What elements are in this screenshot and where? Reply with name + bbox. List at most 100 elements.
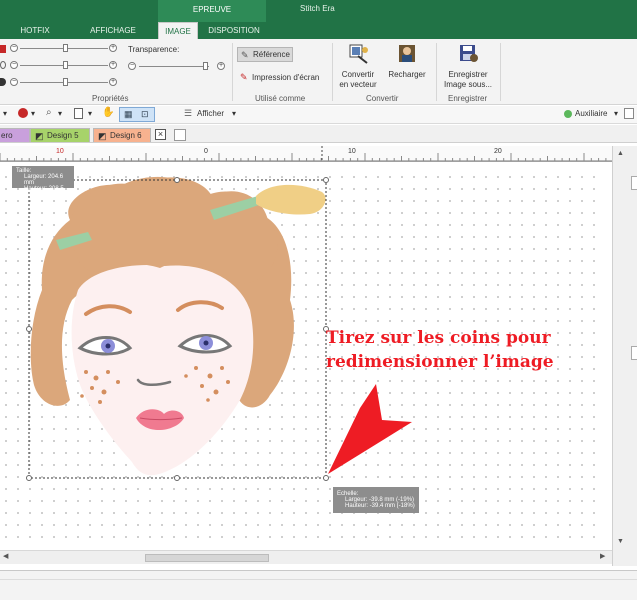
color-picker-icon[interactable] — [18, 108, 28, 118]
scale-info-box: Echelle: Largeur: -39.8 mm (-19%) Hauteu… — [333, 487, 419, 513]
close-tab-icon[interactable]: × — [155, 129, 166, 140]
panel-icon[interactable] — [624, 108, 634, 119]
slider-thumb-3[interactable] — [63, 78, 68, 86]
hand-pan-icon[interactable]: ✋ — [102, 107, 114, 118]
scale-info-line: Hauteur: -39.4 mm (-18%) — [345, 503, 415, 509]
tab-hotfix[interactable]: HOTFIX — [10, 22, 60, 39]
ribbon: − + − + − + Transparence: − + Propriétés… — [0, 39, 637, 105]
size-info-box: Taille: Largeur: 204.6 mm Hauteur: 208.5… — [12, 166, 74, 198]
transparence-label: Transparence: — [128, 45, 180, 54]
transparence-slider-track — [139, 66, 209, 67]
red-pencil-icon: ✎ — [240, 72, 248, 82]
ruler-label: 0 — [204, 148, 208, 155]
red-arrow-icon — [328, 384, 412, 474]
auxiliaire-status-icon — [564, 110, 572, 118]
proprietes-group-label: Propriétés — [92, 94, 129, 103]
enregistrer-label-1: Enregistrer — [448, 70, 488, 79]
dropdown-arrow-icon[interactable]: ▾ — [88, 109, 92, 118]
dropdown-arrow-icon[interactable]: ▾ — [232, 109, 236, 118]
tab-disposition[interactable]: DISPOSITION — [202, 22, 266, 39]
zoom-icon[interactable]: ⌕ — [46, 107, 52, 118]
app-title: Stitch Era — [300, 4, 335, 13]
recharger-label: Recharger — [388, 70, 426, 79]
enregistrer-group-label: Enregistrer — [448, 94, 488, 103]
scroll-up-arrow-icon[interactable]: ▲ — [617, 150, 624, 157]
convertir-vecteur-button[interactable]: Convertir en vecteur — [336, 44, 380, 90]
status-divider — [0, 579, 637, 580]
auxiliaire-button[interactable]: Auxiliaire — [575, 109, 607, 118]
resize-handle-top[interactable] — [174, 177, 180, 183]
convertir-group-label: Convertir — [366, 94, 399, 103]
utilise-comme-group-label: Utilisé comme — [255, 94, 306, 103]
doc-tab-label: Design 6 — [110, 131, 142, 140]
dropdown-arrow-icon[interactable]: ▾ — [3, 109, 7, 118]
transparence-increase-button[interactable]: + — [217, 62, 225, 70]
ruler-label: 20 — [494, 148, 502, 155]
doc-tab-design-5[interactable]: ◩ Design 5 — [30, 128, 90, 142]
resize-handle-top-right[interactable] — [323, 177, 329, 183]
tab-image[interactable]: IMAGE — [158, 22, 198, 39]
new-tab-icon[interactable] — [174, 129, 186, 141]
afficher-icon: ☰ — [184, 108, 193, 118]
right-side-panel: ▲ ▼ — [612, 146, 637, 566]
size-info-line: Hauteur: 208.5 mm — [24, 186, 64, 198]
ruler-ticks — [0, 146, 612, 162]
pencil-icon: ✎ — [241, 50, 249, 60]
ruler-label: 10 — [348, 148, 356, 155]
page-icon[interactable] — [74, 108, 83, 119]
title-bar: EPREUVE Stitch Era — [0, 0, 637, 22]
convertir-label-2: en vecteur — [339, 80, 377, 89]
resize-handle-bottom-left[interactable] — [26, 475, 32, 481]
scroll-down-arrow-icon[interactable]: ▼ — [617, 538, 624, 545]
tab-affichage[interactable]: AFFICHAGE — [82, 22, 144, 39]
doc-tab-design-6[interactable]: ◩ Design 6 — [93, 128, 151, 142]
document-tabs: ero ◩ Design 5 ◩ Design 6 × — [0, 125, 637, 143]
save-image-icon — [460, 45, 478, 62]
group-separator — [332, 43, 333, 101]
brightness-icon — [0, 45, 6, 53]
scroll-right-arrow-icon[interactable]: ▶ — [600, 552, 605, 560]
reference-button[interactable]: ✎ Référence — [237, 47, 293, 62]
doc-tab-ero[interactable]: ero — [0, 128, 30, 142]
reference-label: Référence — [253, 50, 290, 59]
slider-thumb-2[interactable] — [63, 61, 68, 69]
doc-tab-label: Design 5 — [47, 131, 79, 140]
saturation-icon — [0, 78, 6, 86]
decrease-button-3[interactable]: − — [10, 78, 18, 86]
impression-ecran-button[interactable]: ✎ Impression d'écran — [239, 72, 329, 86]
contrast-icon — [0, 61, 6, 69]
enregistrer-image-button[interactable]: Enregistrer Image sous... — [441, 44, 495, 90]
increase-button-3[interactable]: + — [109, 78, 117, 86]
reload-image-icon — [399, 45, 415, 62]
ruler-label: 10 — [56, 148, 64, 155]
resize-handle-bottom[interactable] — [174, 475, 180, 481]
design-icon: ◩ — [98, 131, 107, 141]
resize-handle-left[interactable] — [26, 326, 32, 332]
panel-tab[interactable] — [631, 346, 637, 360]
scrollbar-thumb[interactable] — [145, 554, 269, 562]
afficher-button[interactable]: Afficher — [197, 109, 224, 118]
dropdown-arrow-icon[interactable]: ▾ — [58, 109, 62, 118]
context-group-label: EPREUVE — [158, 0, 266, 22]
panel-tab[interactable] — [631, 176, 637, 190]
group-separator — [232, 43, 233, 101]
recharger-button[interactable]: Recharger — [386, 44, 428, 80]
dropdown-arrow-icon[interactable]: ▾ — [31, 109, 35, 118]
decrease-button-2[interactable]: − — [10, 61, 18, 69]
transparence-slider-thumb[interactable] — [203, 62, 208, 70]
dropdown-arrow-icon[interactable]: ▾ — [614, 109, 618, 118]
horizontal-scrollbar[interactable]: ◀ ▶ — [0, 550, 612, 564]
design-icon: ◩ — [35, 131, 44, 141]
scroll-left-arrow-icon[interactable]: ◀ — [3, 552, 8, 560]
decrease-button-1[interactable]: − — [10, 44, 18, 52]
slider-thumb-1[interactable] — [63, 44, 68, 52]
enregistrer-label-2: Image sous... — [443, 80, 493, 89]
group-separator — [500, 43, 501, 101]
increase-button-1[interactable]: + — [109, 44, 117, 52]
horizontal-ruler: 10 0 10 20 — [0, 146, 612, 162]
increase-button-2[interactable]: + — [109, 61, 117, 69]
transparence-decrease-button[interactable]: − — [128, 62, 136, 70]
group-separator — [436, 43, 437, 101]
snap-icon: ⊡ — [141, 109, 149, 119]
size-info-line: Largeur: 204.6 mm — [24, 174, 64, 186]
